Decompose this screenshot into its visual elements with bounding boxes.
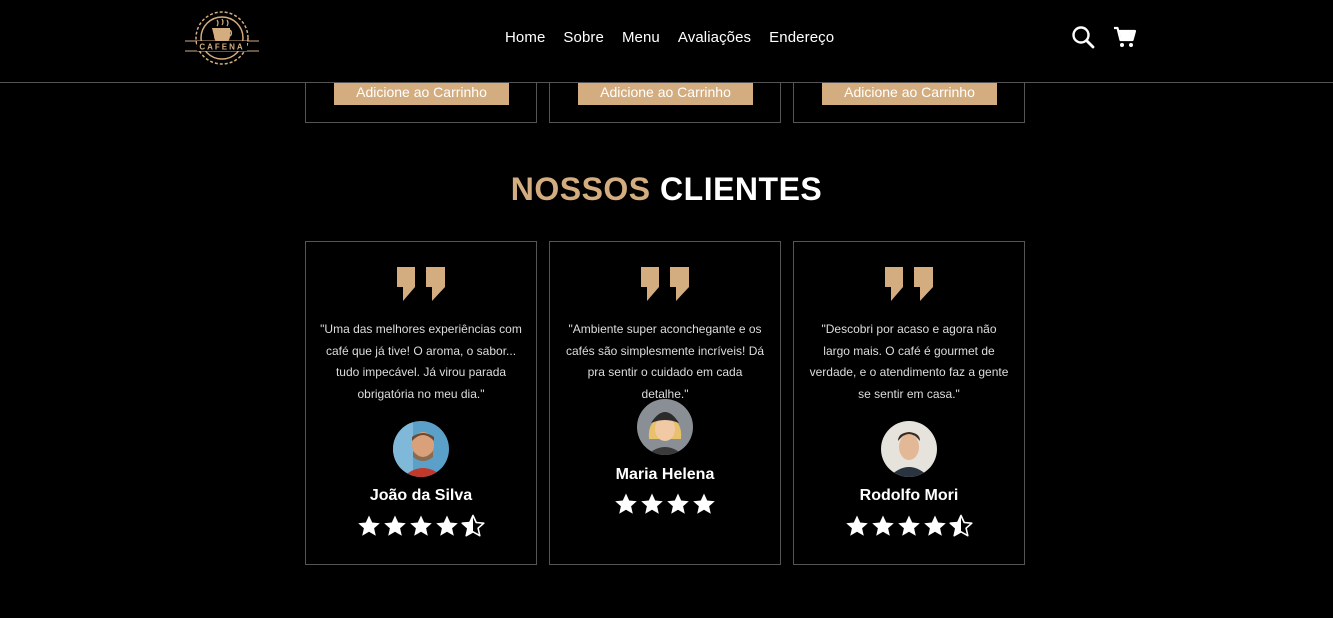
star-icon [872,515,894,536]
review-card: "Ambiente super aconchegante e os cafés … [549,241,781,565]
nav-sobre[interactable]: Sobre [563,29,604,46]
star-icon [846,515,868,536]
quote-icon [397,267,445,301]
star-icon [667,493,689,514]
avatar [393,421,449,477]
star-icon [436,515,458,536]
star-rating [306,514,536,538]
reviewer-name: Maria Helena [615,466,715,483]
quote-icon [641,267,689,301]
half-star-icon [949,514,973,537]
quote-icon [885,267,933,301]
main-nav: Home Sobre Menu Avaliações Endereço [505,29,852,46]
avatar [881,421,937,477]
star-icon [693,493,715,514]
section-title-main: CLIENTES [660,171,823,207]
header-actions [1071,25,1137,49]
review-text: "Descobri por acaso e agora não largo ma… [809,322,1009,401]
star-icon [410,515,432,536]
reviewer-name: Rodolfo Mori [859,487,959,504]
review-text: "Uma das melhores experiências com café … [320,322,522,401]
search-icon[interactable] [1071,25,1095,49]
section-title-accent: NOSSOS [510,171,651,207]
star-icon [641,493,663,514]
star-icon [358,515,380,536]
nav-avaliacoes[interactable]: Avaliações [678,29,751,46]
half-star-icon [461,514,485,537]
avatar [637,399,693,455]
star-rating [794,514,1024,538]
star-icon [384,515,406,536]
review-text: "Ambiente super aconchegante e os cafés … [565,322,765,401]
star-rating [550,492,780,516]
nav-endereco[interactable]: Endereço [769,29,834,46]
star-icon [898,515,920,536]
review-card: "Descobri por acaso e agora não largo ma… [793,241,1025,565]
nav-home[interactable]: Home [505,29,545,46]
section-title: NOSSOS CLIENTES [0,171,1333,208]
site-header: CAFENA Home Sobre Menu Avaliações Endere… [0,0,1333,83]
star-icon [615,493,637,514]
reviewer-name: João da Silva [369,487,473,504]
cart-icon[interactable] [1113,25,1137,49]
nav-menu[interactable]: Menu [622,29,660,46]
star-icon [924,515,946,536]
cafena-logo[interactable]: CAFENA [183,6,261,70]
review-card: "Uma das melhores experiências com café … [305,241,537,565]
logo-text: CAFENA [199,43,244,52]
